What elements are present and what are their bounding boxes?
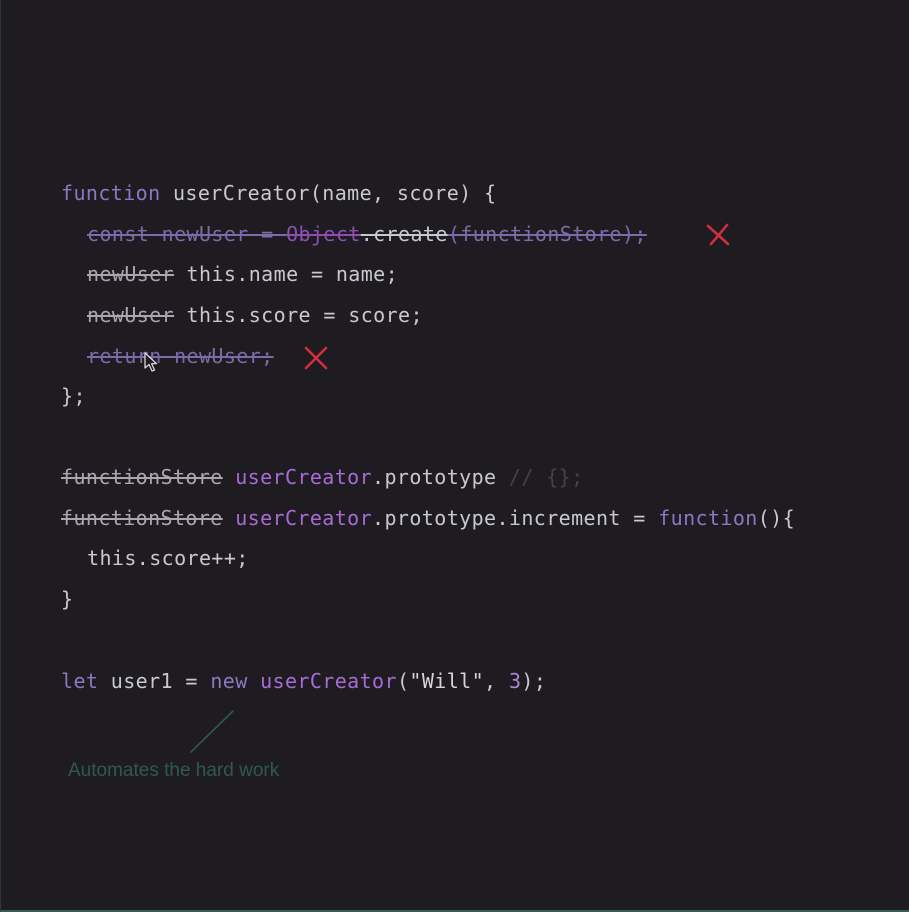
struck-object: Object — [286, 222, 361, 246]
string-arg: "Will" — [409, 669, 485, 693]
struck-newuser: newUser — [87, 303, 175, 327]
comment: // {}; — [508, 465, 584, 489]
closing-brace: } — [61, 587, 74, 611]
keyword-function: function — [658, 506, 758, 530]
function-params: (name, score) { — [309, 181, 497, 205]
function-name: userCreator — [172, 181, 310, 205]
red-x-icon — [304, 346, 328, 370]
keyword-function: function — [61, 181, 161, 205]
variable-user1: user1 = — [98, 669, 211, 693]
code-line-object-create: const newUser = Object.create(functionSt… — [87, 218, 647, 250]
code-line-new-user: let user1 = new userCreator("Will", 3); — [61, 665, 546, 697]
struck-const-newuser: const newUser = — [87, 222, 287, 246]
increment-statement: this.score++; — [87, 546, 249, 570]
class-name: userCreator — [235, 506, 373, 530]
keyword-let: let — [61, 669, 99, 693]
struck-newuser: newUser — [87, 262, 175, 286]
red-x-icon — [706, 223, 730, 246]
code-line-return: return newUser; — [87, 340, 274, 372]
code-line-increment-body: this.score++; — [87, 542, 249, 574]
code-line-method-close: } — [61, 583, 73, 615]
class-name: userCreator — [235, 465, 373, 489]
code-line-assign-score: newUser this.score = score; — [87, 299, 423, 331]
slide-canvas: function userCreator(name, score) { cons… — [0, 0, 909, 912]
function-open: (){ — [757, 506, 796, 530]
annotation-text: Automates the hard work — [68, 760, 280, 781]
code-line-assign-name: newUser this.name = name; — [87, 258, 398, 290]
code-line-function-declaration: function userCreator(name, score) { — [61, 177, 496, 209]
closing-brace: }; — [61, 384, 86, 408]
struck-return-newuser: return newUser; — [87, 344, 274, 368]
prototype-increment: .prototype.increment = — [372, 506, 659, 530]
code-line-increment-method: functionStore userCreator.prototype.incr… — [61, 502, 795, 534]
code-line-prototype: functionStore userCreator.prototype // {… — [61, 461, 584, 493]
struck-function-store-arg: (functionStore); — [447, 222, 647, 246]
struck-create: .create — [360, 222, 448, 246]
paren-close: ); — [521, 669, 547, 693]
number-arg: 3 — [508, 669, 522, 693]
comma: , — [484, 669, 509, 693]
assign-score-text: this.score = score; — [174, 303, 423, 327]
keyword-new: new — [210, 669, 248, 693]
mouse-pointer-icon — [144, 352, 158, 372]
prototype-prop: .prototype — [372, 465, 509, 489]
struck-function-store: functionStore — [61, 506, 223, 530]
struck-function-store: functionStore — [61, 465, 223, 489]
paren-open: ( — [396, 669, 410, 693]
class-name: userCreator — [247, 669, 397, 693]
annotation-pointer-line — [190, 710, 234, 753]
assign-name-text: this.name = name; — [174, 262, 399, 286]
code-line-function-close: }; — [61, 380, 86, 412]
